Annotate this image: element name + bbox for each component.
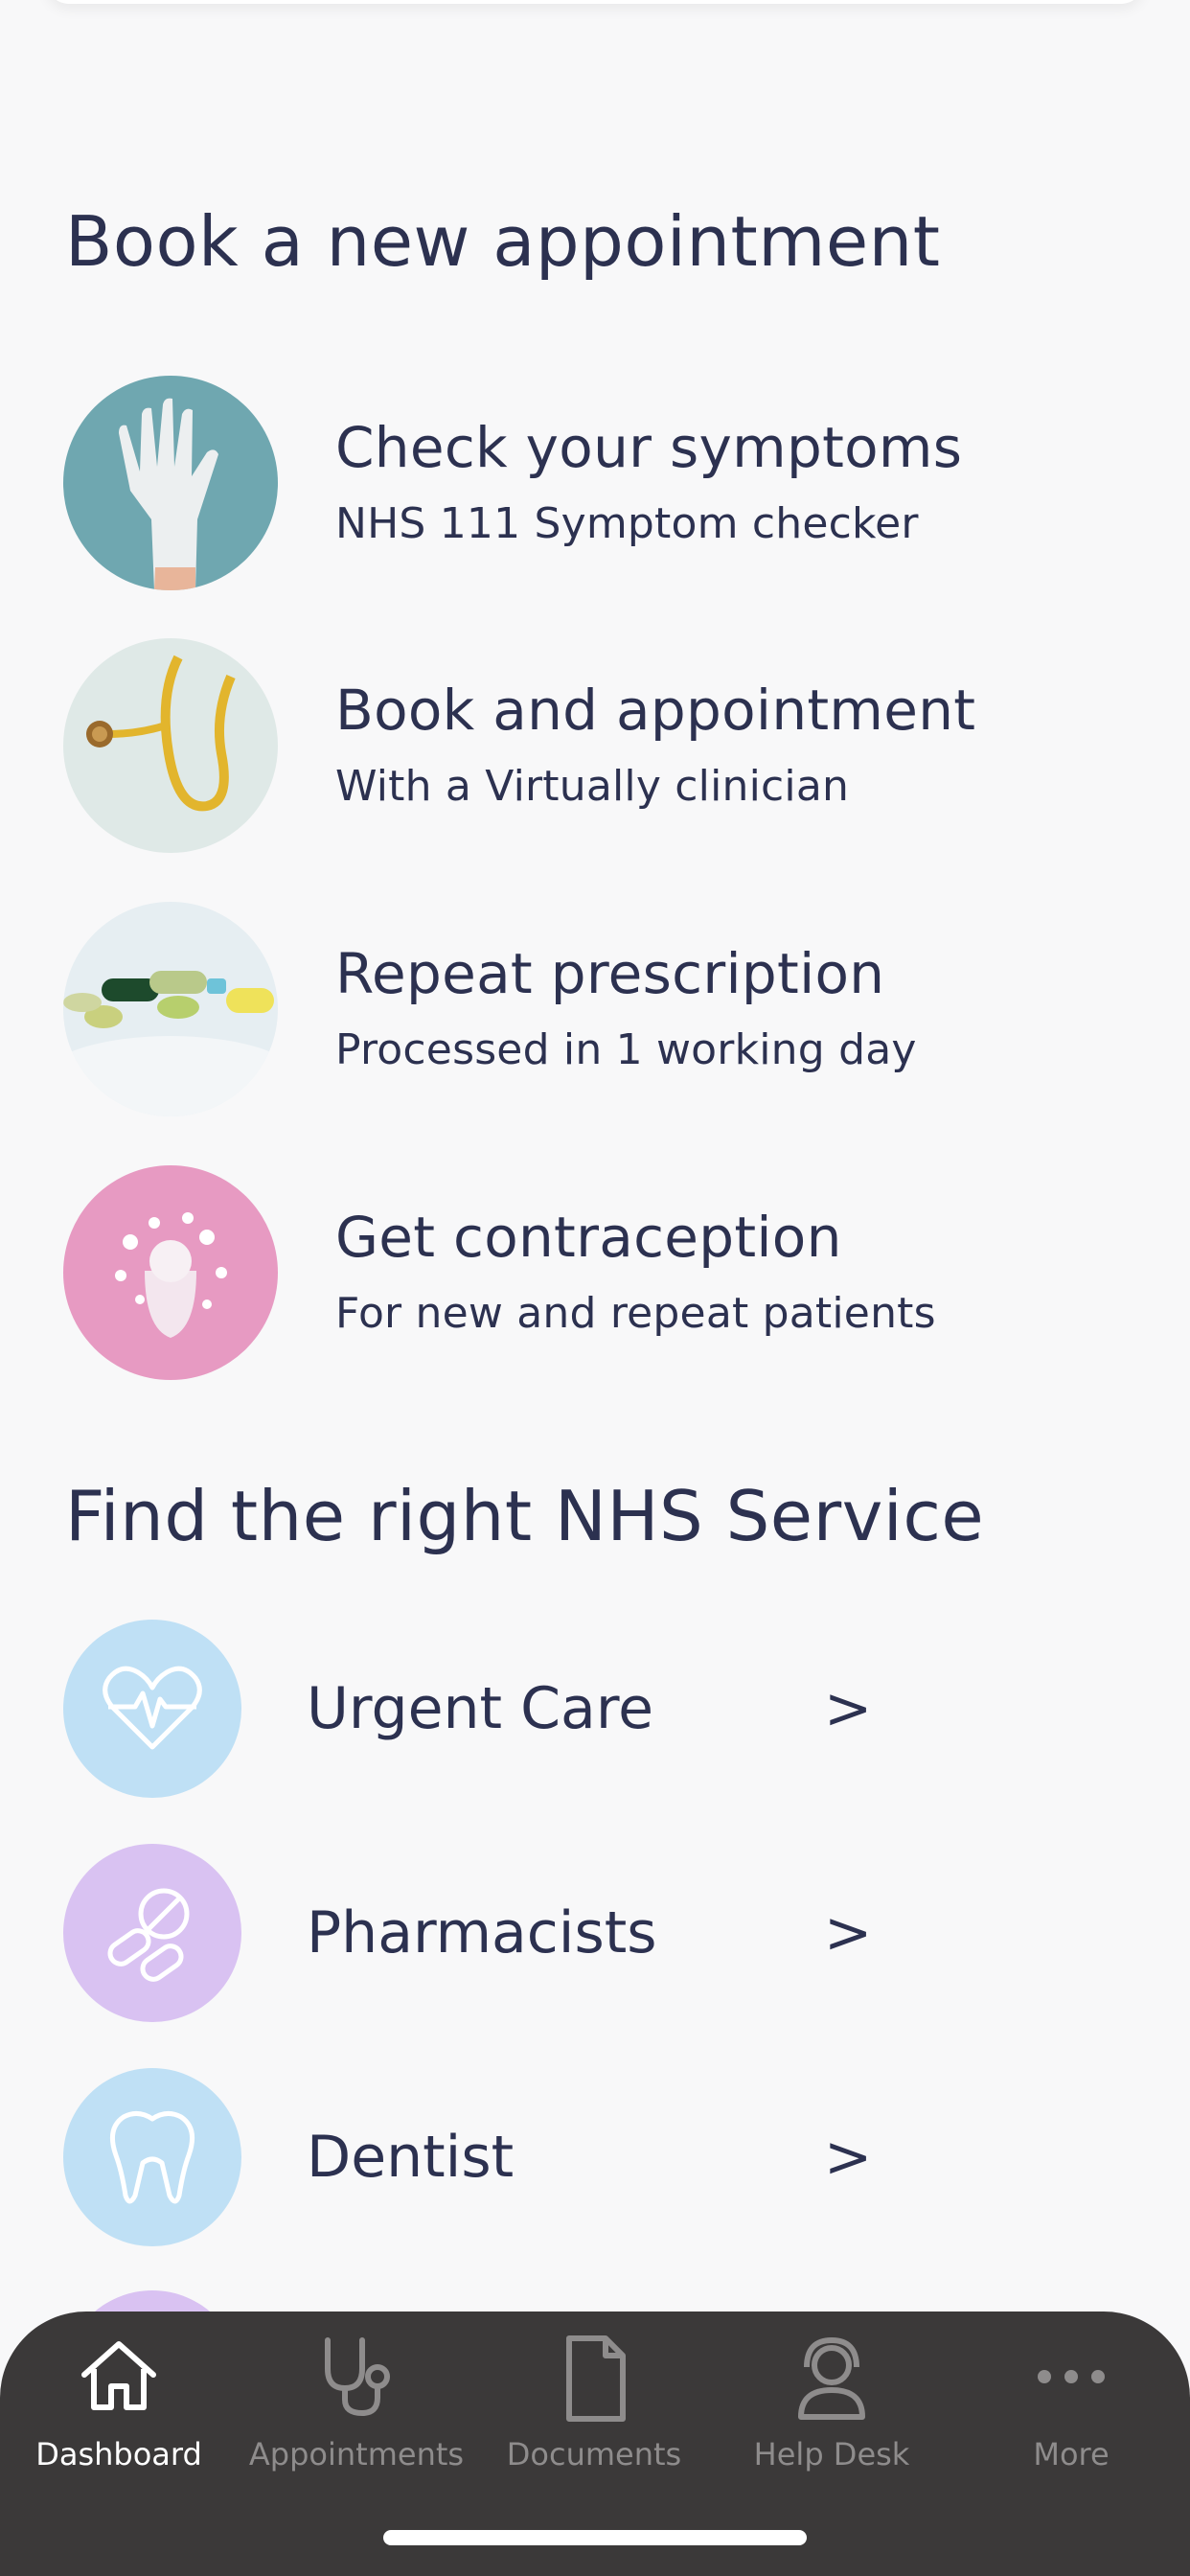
book-item-appointment[interactable]: Book and appointment With a Virtually cl… (63, 638, 1146, 853)
book-item-repeat-prescription[interactable]: Repeat prescription Processed in 1 worki… (63, 902, 1146, 1116)
tab-label: More (1033, 2436, 1110, 2472)
glove-photo (63, 376, 278, 590)
pills-icon (63, 1844, 241, 2022)
tab-label: Dashboard (35, 2436, 202, 2472)
stethoscope-photo (63, 638, 278, 853)
tab-help-desk[interactable]: Help Desk (713, 2312, 950, 2484)
tab-appointments[interactable]: Appointments (238, 2312, 475, 2484)
book-item-subtitle: NHS 111 Symptom checker (335, 499, 919, 549)
headset-icon (798, 2336, 865, 2420)
service-item-label: Urgent Care (307, 1675, 654, 1742)
book-item-contraception[interactable]: Get contraception For new and repeat pat… (63, 1165, 1146, 1380)
pills-photo (63, 902, 278, 1116)
service-item-label: Pharmacists (307, 1899, 657, 1966)
document-icon (566, 2335, 626, 2422)
top-card-edge (46, 0, 1144, 4)
chevron-right-icon: > (824, 2124, 873, 2191)
home-indicator[interactable] (383, 2530, 807, 2545)
tab-label: Appointments (248, 2436, 465, 2472)
book-item-subtitle: Processed in 1 working day (335, 1025, 917, 1075)
service-item-urgent-care[interactable]: Urgent Care > (63, 1620, 926, 1798)
tab-label: Documents (506, 2436, 682, 2472)
heartbeat-icon (63, 1620, 241, 1798)
tab-dashboard[interactable]: Dashboard (0, 2312, 238, 2484)
service-item-label: Dentist (307, 2124, 515, 2191)
tab-documents[interactable]: Documents (475, 2312, 713, 2484)
book-item-title: Book and appointment (335, 677, 976, 743)
book-item-title: Get contraception (335, 1204, 842, 1270)
chevron-right-icon: > (824, 1675, 873, 1742)
book-item-title: Repeat prescription (335, 940, 885, 1006)
chevron-right-icon: > (824, 1899, 873, 1966)
tab-label: Help Desk (753, 2436, 910, 2472)
book-item-subtitle: With a Virtually clinician (335, 762, 850, 812)
book-item-title: Check your symptoms (335, 414, 963, 480)
menstrual-cup-photo (63, 1165, 278, 1380)
book-item-check-symptoms[interactable]: Check your symptoms NHS 111 Symptom chec… (63, 376, 1146, 590)
book-section-title: Book a new appointment (65, 201, 941, 282)
services-section-title: Find the right NHS Service (65, 1476, 985, 1556)
stethoscope-icon (325, 2337, 390, 2417)
home-icon (81, 2341, 156, 2410)
service-item-dentist[interactable]: Dentist > (63, 2068, 926, 2246)
tooth-icon (63, 2068, 241, 2246)
book-item-subtitle: For new and repeat patients (335, 1289, 936, 1339)
service-item-pharmacists[interactable]: Pharmacists > (63, 1844, 926, 2022)
more-icon (1038, 2370, 1105, 2383)
tab-more[interactable]: More (952, 2312, 1190, 2484)
